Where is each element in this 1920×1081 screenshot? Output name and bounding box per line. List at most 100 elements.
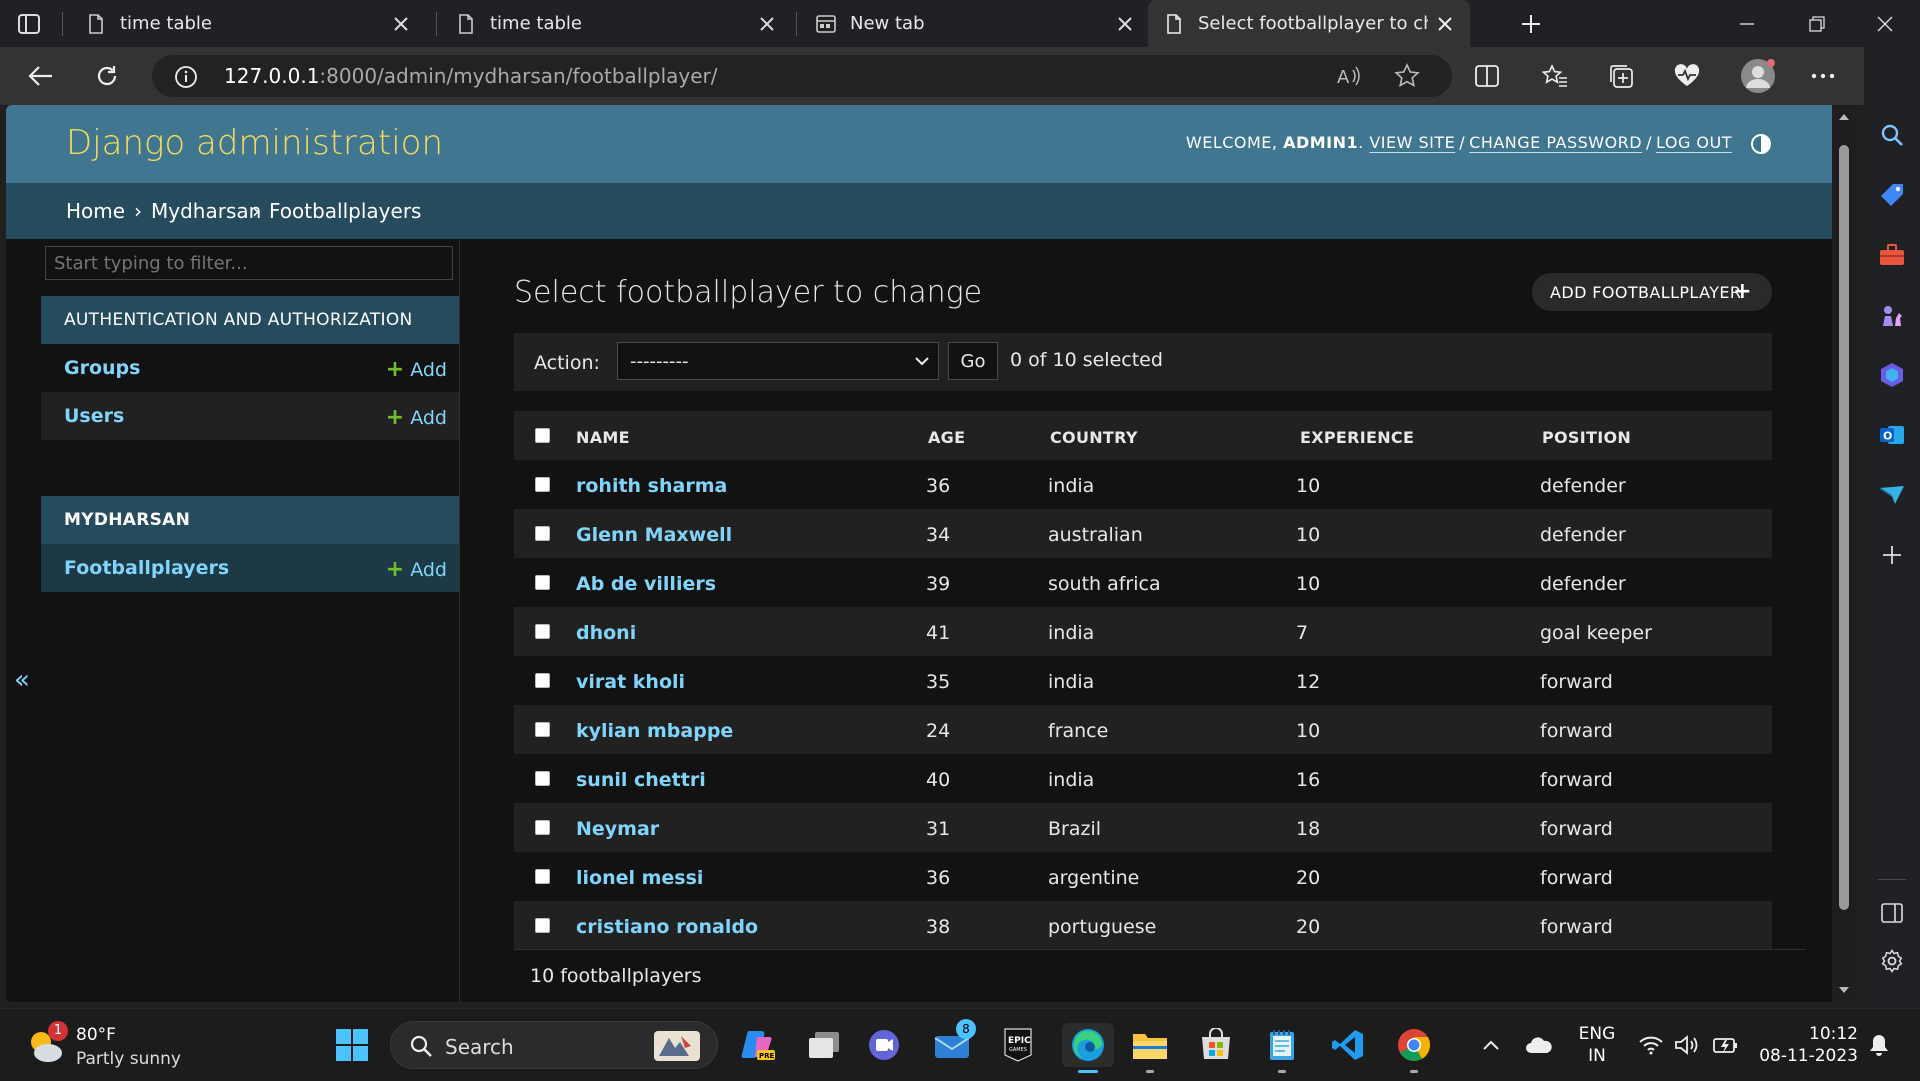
vscode-icon[interactable]	[1326, 1023, 1370, 1067]
close-window-button[interactable]	[1856, 0, 1914, 47]
new-tab-button[interactable]	[1516, 10, 1546, 38]
close-tab-icon[interactable]	[1116, 15, 1134, 33]
taskbar-search-box[interactable]: Search	[390, 1021, 718, 1069]
games-chess-icon[interactable]	[1878, 301, 1906, 329]
column-header-position[interactable]: POSITION	[1542, 428, 1631, 447]
profile-avatar[interactable]	[1738, 56, 1778, 96]
close-tab-icon[interactable]	[1436, 15, 1454, 33]
column-header-country[interactable]: COUNTRY	[1050, 428, 1138, 447]
page-scrollbar[interactable]	[1832, 105, 1856, 1002]
onedrive-cloud-icon[interactable]	[1524, 1023, 1554, 1067]
row-checkbox[interactable]	[535, 869, 550, 884]
favorites-icon[interactable]	[1538, 60, 1572, 92]
shopping-tag-icon[interactable]	[1878, 181, 1906, 209]
model-link-groups[interactable]: Groups	[64, 357, 140, 379]
tab-time-table-1[interactable]: time table	[70, 0, 426, 47]
settings-more-icon[interactable]	[1806, 60, 1840, 92]
scroll-up-arrow-icon[interactable]	[1838, 111, 1850, 123]
wifi-icon[interactable]	[1636, 1023, 1666, 1067]
column-header-name[interactable]: NAME	[576, 428, 630, 447]
view-site-link[interactable]: VIEW SITE	[1369, 133, 1455, 152]
player-name-link[interactable]: Glenn Maxwell	[576, 524, 732, 546]
row-checkbox[interactable]	[535, 624, 550, 639]
close-tab-icon[interactable]	[758, 15, 776, 33]
player-name-link[interactable]: lionel messi	[576, 867, 703, 889]
reload-button[interactable]	[90, 60, 124, 92]
breadcrumb-mydharsan[interactable]: Mydharsan	[151, 199, 261, 223]
column-header-experience[interactable]: EXPERIENCE	[1300, 428, 1414, 447]
go-button[interactable]: Go	[948, 342, 998, 380]
volume-icon[interactable]	[1672, 1023, 1702, 1067]
copilot-pre-icon[interactable]: PRE	[736, 1023, 780, 1067]
hide-sidebar-icon[interactable]	[1878, 899, 1906, 927]
player-name-link[interactable]: dhoni	[576, 622, 636, 644]
microsoft-store-icon[interactable]	[1194, 1023, 1238, 1067]
row-checkbox[interactable]	[535, 575, 550, 590]
player-name-link[interactable]: Ab de villiers	[576, 573, 716, 595]
minimize-button[interactable]	[1718, 0, 1776, 47]
row-checkbox[interactable]	[535, 722, 550, 737]
start-windows-icon[interactable]	[330, 1023, 374, 1067]
sidebar-settings-gear-icon[interactable]	[1878, 947, 1906, 975]
row-checkbox[interactable]	[535, 771, 550, 786]
restore-button[interactable]	[1788, 0, 1846, 47]
tools-toolbox-icon[interactable]	[1878, 241, 1906, 269]
site-branding[interactable]: Django administration	[66, 123, 443, 163]
row-checkbox[interactable]	[535, 526, 550, 541]
tab-select-footballplayer[interactable]: Select footballplayer to change |	[1148, 0, 1470, 47]
add-users-link[interactable]: + Add	[386, 405, 447, 430]
tab-new-tab[interactable]: New tab	[800, 0, 1150, 47]
change-password-link[interactable]: CHANGE PASSWORD	[1469, 133, 1642, 152]
show-hidden-icons-chevron-icon[interactable]	[1476, 1023, 1506, 1067]
model-link-users[interactable]: Users	[64, 405, 124, 427]
row-checkbox[interactable]	[535, 673, 550, 688]
favorite-star-icon[interactable]	[1394, 63, 1420, 89]
site-info-icon[interactable]	[174, 65, 198, 89]
app-caption-auth[interactable]: AUTHENTICATION AND AUTHORIZATION	[41, 296, 459, 344]
add-footballplayer-button[interactable]: ADD FOOTBALLPLAYER +	[1532, 273, 1772, 311]
notepad-icon[interactable]	[1260, 1023, 1304, 1073]
mail-icon[interactable]: 8	[930, 1019, 976, 1067]
row-checkbox[interactable]	[535, 918, 550, 933]
player-name-link[interactable]: kylian mbappe	[576, 720, 733, 742]
epic-games-icon[interactable]: EPIC GAMES	[996, 1023, 1040, 1067]
add-groups-link[interactable]: + Add	[386, 357, 447, 382]
add-footballplayers-link[interactable]: + Add	[386, 557, 447, 582]
address-bar[interactable]: 127.0.0.1:8000/admin/mydharsan/footballp…	[152, 55, 1452, 97]
collections-icon[interactable]	[1604, 60, 1638, 92]
add-sidebar-app-icon[interactable]	[1878, 541, 1906, 569]
back-button[interactable]	[24, 60, 58, 92]
app-caption-mydharsan[interactable]: MYDHARSAN	[41, 496, 459, 544]
tab-time-table-2[interactable]: time table	[440, 0, 792, 47]
action-select[interactable]: ---------	[617, 342, 939, 380]
input-language[interactable]: ENG IN	[1574, 1023, 1620, 1067]
toggle-nav-sidebar-button[interactable]: «	[14, 665, 30, 695]
close-tab-icon[interactable]	[392, 15, 410, 33]
weather-widget[interactable]: 1 80°F Partly sunny	[26, 1021, 186, 1071]
player-name-link[interactable]: Neymar	[576, 818, 659, 840]
breadcrumb-home[interactable]: Home	[66, 199, 125, 223]
browser-essentials-icon[interactable]	[1670, 60, 1704, 92]
sidebar-search-icon[interactable]	[1878, 121, 1906, 149]
url-text[interactable]: 127.0.0.1:8000/admin/mydharsan/footballp…	[224, 64, 718, 88]
read-aloud-icon[interactable]: A	[1336, 64, 1362, 88]
row-checkbox[interactable]	[535, 477, 550, 492]
outlook-icon[interactable]: O	[1878, 421, 1906, 449]
file-explorer-icon[interactable]	[1128, 1023, 1172, 1073]
scroll-down-arrow-icon[interactable]	[1838, 984, 1850, 996]
player-name-link[interactable]: sunil chettri	[576, 769, 706, 791]
scroll-thumb[interactable]	[1839, 145, 1849, 910]
nav-filter-input[interactable]	[45, 246, 453, 280]
model-link-footballplayers[interactable]: Footballplayers	[64, 557, 229, 579]
microsoft-365-icon[interactable]	[1878, 361, 1906, 389]
notification-bell-icon[interactable]	[1864, 1023, 1894, 1067]
split-screen-icon[interactable]	[1470, 60, 1504, 92]
chrome-icon[interactable]	[1392, 1023, 1436, 1073]
task-view-icon[interactable]	[802, 1023, 846, 1067]
system-clock[interactable]: 10:12 08-11-2023	[1754, 1023, 1858, 1067]
column-header-age[interactable]: AGE	[928, 428, 965, 447]
log-out-link[interactable]: LOG OUT	[1656, 133, 1732, 152]
player-name-link[interactable]: rohith sharma	[576, 475, 727, 497]
teams-chat-icon[interactable]	[862, 1023, 906, 1067]
theme-toggle-icon[interactable]	[1750, 133, 1772, 155]
